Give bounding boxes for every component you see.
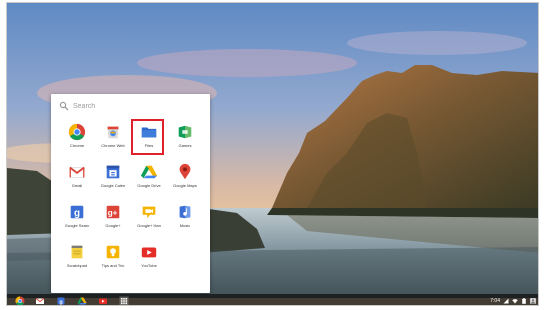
- app-launcher-icon: [119, 296, 129, 305]
- youtube-icon: [99, 298, 107, 304]
- app-tile-gmail[interactable]: Gmail: [59, 158, 95, 192]
- chrome-icon: [68, 123, 86, 141]
- app-tile-google-calendar[interactable]: Google Calen: [95, 158, 131, 192]
- google-maps-icon: [179, 163, 191, 180]
- files-highlight-box: [131, 119, 164, 155]
- google-search-icon: g: [70, 205, 84, 219]
- search-bar: [59, 98, 202, 114]
- app-tile-youtube[interactable]: YouTube: [131, 238, 167, 272]
- wifi-icon: [512, 298, 518, 303]
- clock: 7:04: [490, 297, 500, 304]
- chrome-icon: [15, 296, 25, 305]
- app-tile-google-plus[interactable]: g+ Google+: [95, 198, 131, 232]
- shelf-gmail[interactable]: [35, 296, 45, 305]
- app-tile-music[interactable]: Music: [167, 198, 203, 232]
- app-label: Google Calen: [100, 183, 126, 188]
- app-label: Google Maps: [173, 183, 197, 188]
- scratchpad-icon: [71, 245, 83, 259]
- chrome-web-store-icon: [107, 126, 119, 139]
- youtube-icon: [141, 247, 157, 258]
- svg-text:g: g: [74, 208, 80, 219]
- shelf-google-search[interactable]: g: [56, 296, 66, 305]
- gmail-icon: [35, 298, 45, 304]
- desktop: Chrome Chrome Web Files: [6, 2, 539, 306]
- shelf-app-launcher[interactable]: [119, 296, 129, 305]
- google-drive-icon: [140, 165, 158, 179]
- svg-text:g: g: [59, 299, 62, 305]
- shelf-youtube[interactable]: [98, 296, 108, 305]
- app-tile-google-search[interactable]: g Google Searc: [59, 198, 95, 232]
- app-label: Google Drive: [137, 183, 161, 188]
- shelf-google-drive[interactable]: [77, 296, 87, 305]
- app-label: Games: [178, 143, 192, 148]
- music-icon: [179, 205, 191, 219]
- avatar-icon: [530, 297, 536, 304]
- app-tile-tips[interactable]: Tips and Tric: [95, 238, 131, 272]
- google-plus-icon: g+: [106, 205, 120, 219]
- app-label: Tips and Tric: [101, 263, 125, 268]
- app-label: Chrome: [69, 143, 85, 148]
- games-icon: [178, 125, 192, 139]
- app-tile-chrome-web[interactable]: Chrome Web: [95, 118, 131, 152]
- shelf-chrome[interactable]: [15, 296, 25, 305]
- chromeos-screen: Chrome Chrome Web Files: [0, 0, 545, 310]
- shelf: g 7:04: [7, 294, 538, 305]
- svg-text:g+: g+: [108, 209, 118, 218]
- status-area[interactable]: 7:04: [490, 295, 536, 305]
- app-label: Google+ Han: [137, 223, 161, 228]
- app-label: Chrome Web: [101, 143, 125, 148]
- google-hangouts-icon: [142, 206, 156, 219]
- network-icon: [503, 298, 509, 303]
- search-icon: [59, 101, 69, 111]
- app-label: Scratchpad: [66, 263, 88, 268]
- app-tile-scratchpad[interactable]: Scratchpad: [59, 238, 95, 272]
- google-drive-icon: [77, 297, 87, 305]
- gmail-icon: [69, 166, 85, 178]
- app-label: Google+: [105, 223, 121, 228]
- app-label: Google Searc: [64, 223, 90, 228]
- app-label: Gmail: [71, 183, 83, 188]
- google-search-icon: g: [57, 297, 65, 305]
- battery-icon: [522, 297, 526, 304]
- app-tile-games[interactable]: Games: [167, 118, 203, 152]
- search-input[interactable]: [73, 102, 173, 110]
- tips-icon: [106, 245, 120, 259]
- google-calendar-icon: [106, 165, 120, 179]
- app-tile-google-maps[interactable]: Google Maps: [167, 158, 203, 192]
- app-label: YouTube: [141, 263, 157, 268]
- app-tile-google-drive[interactable]: Google Drive: [131, 158, 167, 192]
- app-label: Music: [179, 223, 191, 228]
- app-tile-google-hangouts[interactable]: Google+ Han: [131, 198, 167, 232]
- app-tile-chrome[interactable]: Chrome: [59, 118, 95, 152]
